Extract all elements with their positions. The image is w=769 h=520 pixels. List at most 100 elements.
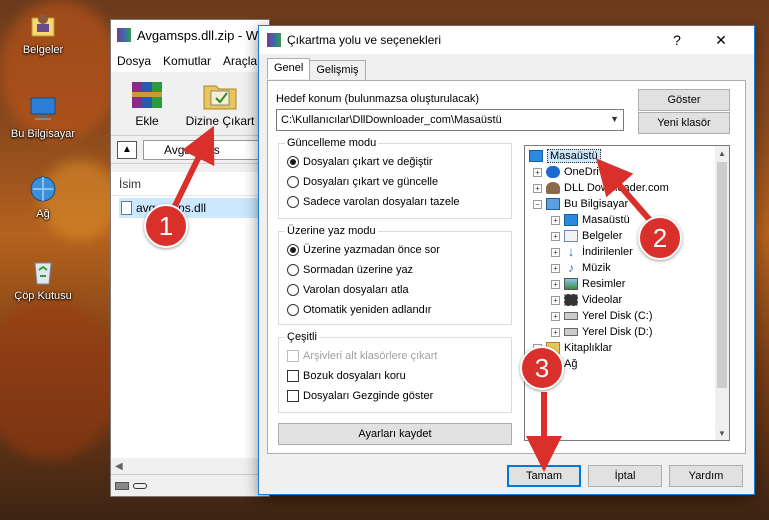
desktop-icon-label: Belgeler xyxy=(22,44,64,56)
computer-icon xyxy=(546,198,560,210)
help-title-button[interactable]: ? xyxy=(660,26,694,54)
tree-item-this-pc[interactable]: − Bu Bilgisayar xyxy=(533,196,628,212)
up-folder-button[interactable]: ▲ xyxy=(117,140,137,159)
step-badge-3: 3 xyxy=(520,346,564,390)
file-list[interactable]: İsim avgamsps.dll xyxy=(111,172,269,458)
tree-item-disk-d[interactable]: + Yerel Disk (D:) xyxy=(551,324,653,340)
desktop-icon-this-pc[interactable]: Bu Bilgisayar xyxy=(8,94,78,140)
option-label: Sadece varolan dosyaları tazele xyxy=(303,196,460,208)
tree-item-downloads[interactable]: + ↓ İndirilenler xyxy=(551,244,633,260)
expand-icon: + xyxy=(551,327,560,337)
cancel-button[interactable]: İptal xyxy=(588,465,662,487)
radio-extract-replace[interactable]: Dosyaları çıkart ve değiştir xyxy=(287,156,433,168)
desktop-icon-label: Çöp Kutusu xyxy=(14,290,72,302)
column-header-name[interactable]: İsim xyxy=(111,172,269,196)
tree-item-label: Belgeler xyxy=(582,230,623,242)
tree-item-onedrive[interactable]: + OneDrive xyxy=(533,164,610,180)
option-label: Dosyaları çıkart ve güncelle xyxy=(303,176,439,188)
destination-value: C:\Kullanıcılar\DllDownloader_com\Masaüs… xyxy=(281,114,502,126)
expand-icon: + xyxy=(551,311,560,321)
radio-freshen-existing[interactable]: Sadece varolan dosyaları tazele xyxy=(287,196,460,208)
tree-item-documents[interactable]: + Belgeler xyxy=(551,228,622,244)
winrar-window: Avgamsps.dll.zip - W Dosya Komutlar Araç… xyxy=(110,19,270,497)
checkbox-indicator xyxy=(287,350,299,362)
expand-icon: + xyxy=(551,263,560,273)
menu-item-file[interactable]: Dosya xyxy=(117,54,151,68)
tree-item-desktop[interactable]: + Masaüstü xyxy=(551,212,630,228)
expand-icon: + xyxy=(551,231,560,241)
add-button[interactable]: Ekle xyxy=(119,78,175,129)
option-label: Dosyaları Gezginde göster xyxy=(303,390,434,402)
tree-item-label: Kitaplıklar xyxy=(564,342,613,354)
computer-icon xyxy=(28,94,58,124)
radio-indicator xyxy=(287,176,299,188)
save-settings-button[interactable]: Ayarları kaydet xyxy=(278,423,512,445)
scroll-thumb[interactable] xyxy=(717,162,727,388)
dialog-tabs: Genel Gelişmiş xyxy=(267,58,366,81)
music-icon: ♪ xyxy=(568,261,574,275)
option-label: Otomatik yeniden adlandır xyxy=(303,304,432,316)
update-mode-title: Güncelleme modu xyxy=(285,137,379,149)
checkbox-show-in-explorer[interactable]: Dosyaları Gezginde göster xyxy=(287,390,433,402)
archive-path-field[interactable]: Avgamsps xyxy=(143,139,263,160)
winrar-titlebar[interactable]: Avgamsps.dll.zip - W xyxy=(111,20,269,50)
column-name-label: İsim xyxy=(119,176,141,191)
menu-item-tools[interactable]: Araçla xyxy=(223,54,257,68)
option-label: Varolan dosyaları atla xyxy=(303,284,409,296)
update-mode-group: Güncelleme modu Dosyaları çıkart ve deği… xyxy=(278,137,512,219)
tree-scrollbar[interactable]: ▲ ▼ xyxy=(715,146,729,440)
tree-item-desktop-root[interactable]: Masaüstü xyxy=(529,148,601,164)
expand-icon: + xyxy=(551,295,560,305)
path-text: Avgamsps xyxy=(164,142,220,157)
expand-icon: + xyxy=(551,215,560,225)
desktop-icon-recycle-bin[interactable]: Çöp Kutusu xyxy=(8,256,78,302)
tree-item-videos[interactable]: + Videolar xyxy=(551,292,622,308)
option-label: Arşivleri alt klasörlere çıkart xyxy=(303,350,438,362)
radio-ask-before-overwrite[interactable]: Üzerine yazmadan önce sor xyxy=(287,244,440,256)
tree-item-disk-c[interactable]: + Yerel Disk (C:) xyxy=(551,308,653,324)
close-button[interactable]: ✕ xyxy=(704,26,738,54)
tree-item-label: Bu Bilgisayar xyxy=(564,198,629,210)
add-label: Ekle xyxy=(135,114,159,128)
radio-overwrite-without-prompt[interactable]: Sormadan üzerine yaz xyxy=(287,264,413,276)
misc-group: Çeşitli Arşivleri alt klasörlere çıkart … xyxy=(278,331,512,413)
destination-combo[interactable]: C:\Kullanıcılar\DllDownloader_com\Masaüs… xyxy=(276,109,624,131)
scroll-left-icon: ◀ xyxy=(115,460,123,472)
tree-item-pictures[interactable]: + Resimler xyxy=(551,276,625,292)
radio-extract-update[interactable]: Dosyaları çıkart ve güncelle xyxy=(287,176,438,188)
menu-item-commands[interactable]: Komutlar xyxy=(163,54,211,68)
extract-to-button[interactable]: Dizine Çıkart xyxy=(185,78,255,129)
desktop-icon-network[interactable]: Ağ xyxy=(8,174,78,220)
show-button[interactable]: Göster xyxy=(638,89,730,111)
ok-button[interactable]: Tamam xyxy=(507,465,581,487)
folder-tree[interactable]: Masaüstü + OneDrive + DLL Downloader.com −… xyxy=(524,145,730,441)
checkbox-keep-broken[interactable]: Bozuk dosyaları koru xyxy=(287,370,406,382)
help-button[interactable]: Yardım xyxy=(669,465,743,487)
option-label: Sormadan üzerine yaz xyxy=(303,264,414,276)
scroll-up-icon[interactable]: ▲ xyxy=(715,146,729,160)
horizontal-scrollbar[interactable]: ◀ xyxy=(111,458,269,474)
key-icon xyxy=(133,482,147,489)
dll-file-icon xyxy=(121,201,132,215)
tree-item-music[interactable]: + ♪ Müzik xyxy=(551,260,611,276)
scroll-down-icon[interactable]: ▼ xyxy=(715,426,729,440)
winrar-menubar: Dosya Komutlar Araçla xyxy=(111,50,269,72)
tab-advanced[interactable]: Gelişmiş xyxy=(309,60,366,81)
checkbox-extract-to-subfolders[interactable]: Arşivleri alt klasörlere çıkart xyxy=(287,350,437,362)
tree-item-user[interactable]: + DLL Downloader.com xyxy=(533,180,669,196)
file-row[interactable]: avgamsps.dll xyxy=(119,198,269,218)
up-arrow-icon: ▲ xyxy=(122,144,132,155)
radio-skip-existing[interactable]: Varolan dosyaları atla xyxy=(287,284,409,296)
winrar-app-icon xyxy=(117,28,131,42)
tree-item-label: Ağ xyxy=(564,358,578,370)
tab-general[interactable]: Genel xyxy=(267,58,311,79)
radio-auto-rename[interactable]: Otomatik yeniden adlandır xyxy=(287,304,431,316)
extract-dialog: Çıkartma yolu ve seçenekleri ? ✕ Genel G… xyxy=(258,25,755,495)
winrar-app-icon xyxy=(267,33,281,47)
archive-add-icon xyxy=(128,78,166,112)
new-folder-button[interactable]: Yeni klasör xyxy=(638,112,730,134)
chevron-down-icon: ▼ xyxy=(610,114,619,124)
winrar-statusbar xyxy=(111,474,269,496)
desktop-icon-documents[interactable]: Belgeler xyxy=(8,10,78,56)
dialog-titlebar[interactable]: Çıkartma yolu ve seçenekleri ? ✕ xyxy=(259,26,754,54)
